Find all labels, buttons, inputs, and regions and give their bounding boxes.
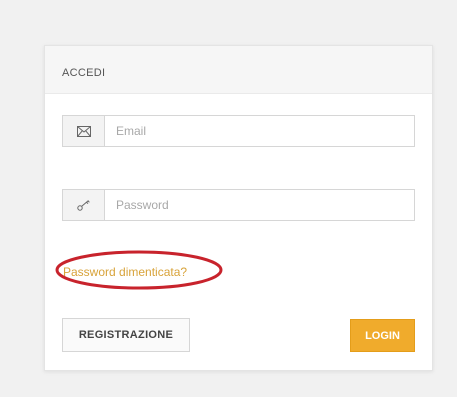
- key-icon: [63, 190, 105, 220]
- register-button[interactable]: REGISTRAZIONE: [62, 318, 190, 352]
- login-button[interactable]: LOGIN: [350, 319, 415, 352]
- password-input-group: [62, 189, 415, 221]
- panel-header: ACCEDI: [45, 46, 432, 94]
- email-field[interactable]: [106, 116, 414, 146]
- forgot-password-link[interactable]: Password dimenticata?: [63, 265, 187, 279]
- panel-title: ACCEDI: [62, 67, 106, 79]
- email-input-group: [62, 115, 415, 147]
- password-field[interactable]: [106, 190, 414, 220]
- login-panel: ACCEDI Password dimenticata? REGISTRAZIO…: [44, 45, 433, 371]
- envelope-icon: [63, 116, 105, 146]
